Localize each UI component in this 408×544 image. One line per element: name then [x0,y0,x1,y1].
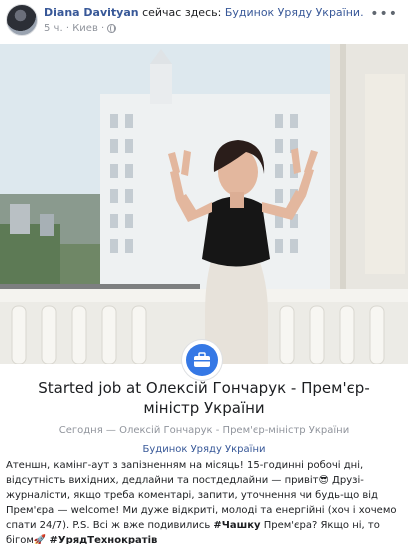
avatar[interactable] [6,4,38,36]
meta-separator: · [65,23,70,34]
life-event-title[interactable]: Started job at Олексій Гончарук - Прем'є… [0,378,408,418]
life-event-subtitle: Сегодня — Олексій Гончарук - Прем'єр-мін… [58,425,350,436]
life-event: Started job at Олексій Гончарук - Прем'є… [0,378,408,457]
author-name-link[interactable]: Diana Davityan [44,6,139,19]
timestamp-link[interactable]: 5 ч. [44,23,63,34]
globe-icon[interactable] [107,24,117,33]
photo-illustration [0,44,408,364]
hashtag-link[interactable]: #Чашку [213,520,260,531]
location-link[interactable]: Киев [72,23,98,34]
hashtag-link[interactable]: #УрядТехнократів [50,535,158,544]
life-event-badge [182,340,222,380]
more-horizontal-icon[interactable]: ••• [370,6,398,22]
place-link[interactable]: Будинок Уряду України. [225,6,364,19]
checkin-text: сейчас здесь: [142,6,222,19]
meta-separator: · [101,23,105,34]
post-caption: Атеншн, камінг-аут з запізненням на міся… [6,458,404,544]
post-meta: 5 ч. · Киев · [44,22,117,36]
life-event-place-link[interactable]: Будинок Уряду України [0,443,408,457]
post-header: Diana Davityan сейчас здесь: Будинок Уря… [0,0,408,44]
briefcase-icon [186,344,218,376]
header-line: Diana Davityan сейчас здесь: Будинок Уря… [44,6,364,20]
post-photo[interactable] [0,44,408,364]
